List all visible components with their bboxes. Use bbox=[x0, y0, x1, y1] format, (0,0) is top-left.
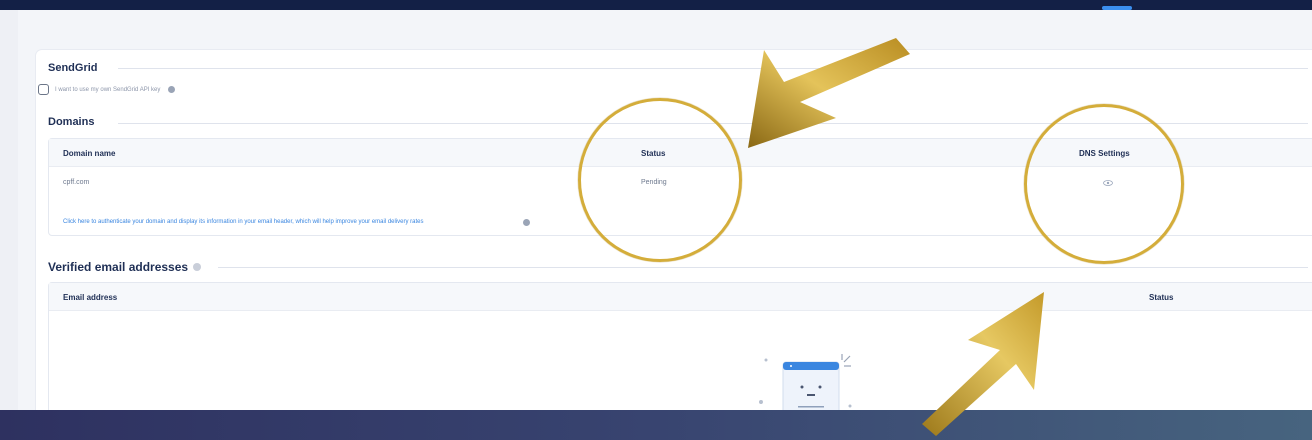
authenticate-domain-link[interactable]: Click here to authenticate your domain a… bbox=[63, 219, 424, 225]
column-email-status[interactable]: Status bbox=[1149, 293, 1173, 302]
verified-emails-section-title: Verified email addresses bbox=[48, 260, 202, 274]
left-gutter bbox=[0, 10, 18, 410]
info-icon[interactable] bbox=[193, 263, 202, 271]
verified-table-header: Email address Status bbox=[49, 283, 1312, 311]
verified-emails-table: Email address Status bbox=[48, 282, 1312, 410]
sendgrid-title-text: SendGrid bbox=[48, 62, 98, 74]
top-navigation-bar bbox=[0, 0, 1312, 10]
bottom-background-band bbox=[0, 410, 1312, 440]
annotation-arrow-top bbox=[748, 38, 910, 148]
empty-state-illustration bbox=[759, 354, 852, 410]
verified-divider-line bbox=[218, 267, 1308, 268]
info-icon[interactable] bbox=[168, 86, 176, 93]
own-api-key-option[interactable]: I want to use my own SendGrid API key bbox=[38, 84, 176, 95]
verified-emails-title-text: Verified email addresses bbox=[48, 260, 189, 274]
highlight-circle-dns-settings bbox=[1024, 104, 1184, 264]
annotation-arrow-bottom bbox=[922, 292, 1044, 436]
info-icon[interactable] bbox=[523, 219, 530, 226]
domains-section-title: Domains bbox=[48, 116, 94, 128]
own-api-key-checkbox[interactable] bbox=[38, 84, 49, 95]
sendgrid-section-title: SendGrid bbox=[48, 62, 98, 74]
column-email-address[interactable]: Email address bbox=[63, 293, 117, 302]
domain-name-cell: cpff.com bbox=[63, 179, 90, 186]
own-api-key-label: I want to use my own SendGrid API key bbox=[55, 86, 161, 93]
domains-title-text: Domains bbox=[48, 116, 95, 128]
column-domain-name[interactable]: Domain name bbox=[63, 149, 115, 158]
